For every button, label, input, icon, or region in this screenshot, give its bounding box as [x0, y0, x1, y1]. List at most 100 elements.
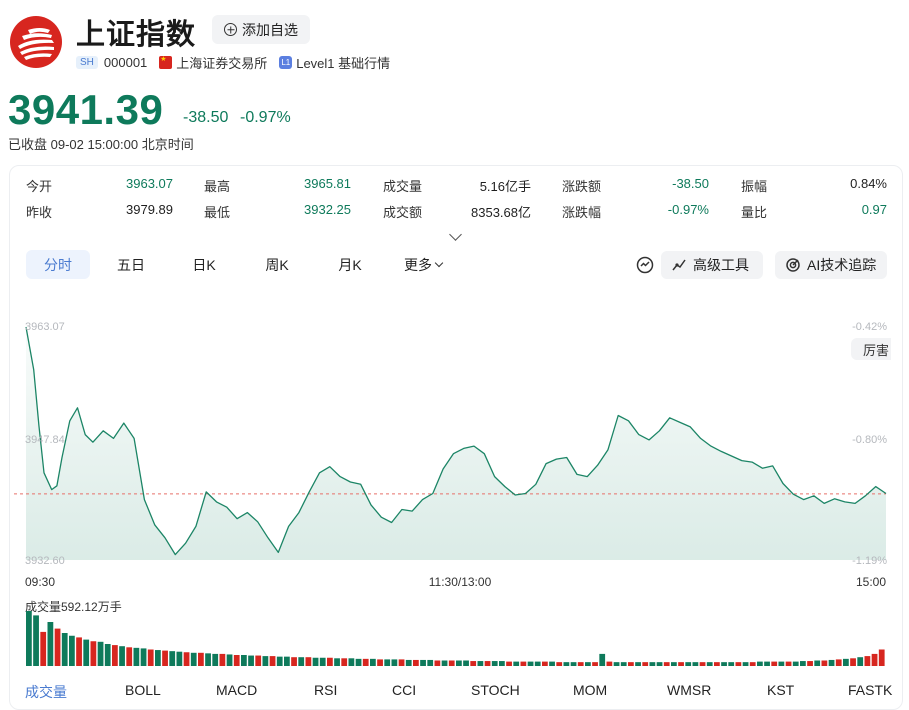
volume-bar: [90, 641, 97, 666]
volume-bar: [33, 615, 39, 666]
volume-bar: [843, 658, 849, 666]
volume-bar: [427, 659, 434, 666]
volume-bar: [212, 653, 219, 666]
indicator-boll[interactable]: BOLL: [125, 682, 161, 698]
indicator-wmsr[interactable]: WMSR: [667, 682, 711, 698]
volume-bar: [441, 660, 448, 666]
volume-bar: [54, 628, 61, 666]
volume-bar: [83, 639, 90, 666]
volume-bar: [542, 661, 548, 666]
volume-bar: [140, 648, 147, 666]
volume-bar: [706, 662, 713, 666]
volume-bar: [520, 661, 527, 666]
side-tag-label: 厉害: [863, 342, 890, 358]
indicator-fastk[interactable]: FASTK: [848, 682, 892, 698]
volume-bar: [40, 631, 47, 666]
volume-bar: [47, 622, 54, 666]
indicator-cci[interactable]: CCI: [392, 682, 416, 698]
indicator-mom[interactable]: MOM: [573, 682, 607, 698]
volume-bar: [556, 662, 563, 666]
volume-bar: [685, 662, 692, 666]
volume-bar: [104, 644, 111, 666]
volume-bar: [871, 653, 878, 666]
volume-bar: [355, 658, 362, 666]
volume-bar: [620, 662, 627, 666]
volume-bar: [807, 661, 813, 666]
volume-bar: [276, 656, 283, 666]
volume-bar: [312, 657, 319, 666]
volume-bar: [534, 661, 541, 666]
y-tick-left: 3932.60: [25, 555, 65, 567]
indicator-volume[interactable]: 成交量: [25, 682, 67, 702]
volume-bar: [226, 654, 233, 666]
volume-bar: [147, 649, 154, 666]
volume-bar: [370, 658, 376, 666]
volume-bar: [864, 656, 871, 666]
volume-bar: [771, 661, 778, 666]
volume-bar: [635, 662, 641, 666]
volume-bar: [585, 662, 591, 666]
x-tick-label: 09:30: [25, 575, 55, 589]
side-tag[interactable]: 厉害: [851, 338, 891, 360]
y-tick-left: 3963.07: [25, 321, 65, 333]
volume-bar: [549, 661, 555, 666]
volume-bar: [190, 652, 197, 666]
volume-bar: [384, 659, 391, 666]
y-tick-left: 3947.84: [25, 434, 65, 446]
volume-bar: [269, 656, 276, 666]
volume-bar: [162, 650, 168, 666]
volume-bar: [398, 659, 405, 666]
volume-bar: [69, 635, 75, 666]
volume-bar: [570, 662, 577, 666]
volume-bar: [800, 661, 806, 666]
volume-bar: [656, 662, 663, 666]
y-tick-right: -0.42%: [852, 321, 887, 333]
volume-bar: [477, 661, 484, 666]
volume-bar: [742, 662, 749, 666]
indicator-stoch[interactable]: STOCH: [471, 682, 520, 698]
volume-bar: [112, 645, 118, 666]
volume-bar: [133, 647, 140, 666]
intraday-chart[interactable]: 3963.07 3947.84 3932.60 -0.42% -0.80% -1.19% 0…: [0, 0, 909, 680]
volume-bar: [692, 662, 699, 666]
volume-bar: [126, 647, 133, 666]
volume-bar: [792, 661, 799, 666]
indicator-rsi[interactable]: RSI: [314, 682, 337, 698]
volume-bar: [484, 661, 491, 666]
volume-bar: [362, 658, 369, 666]
volume-bar: [606, 661, 613, 666]
volume-bar: [327, 657, 333, 666]
volume-bar: [663, 662, 670, 666]
volume-bar: [205, 653, 211, 666]
indicator-tabs: 成交量 BOLL MACD RSI CCI STOCH MOM WMSR KST…: [0, 682, 909, 702]
volume-bar: [391, 659, 398, 666]
volume-bar: [491, 661, 498, 666]
x-tick-label: 15:00: [856, 575, 886, 589]
volume-bar: [255, 655, 262, 666]
volume-bar: [814, 660, 821, 666]
indicator-macd[interactable]: MACD: [216, 682, 257, 698]
x-tick-label: 11:30/13:00: [429, 575, 492, 589]
volume-bar: [821, 660, 828, 666]
volume-bar: [456, 660, 462, 666]
volume-bar: [628, 662, 634, 666]
y-tick-right: -1.19%: [852, 555, 887, 567]
volume-bar: [785, 661, 792, 666]
volume-bar: [527, 661, 534, 666]
volume-bar: [262, 656, 269, 666]
volume-bar: [592, 662, 598, 666]
indicator-kst[interactable]: KST: [767, 682, 794, 698]
volume-bar: [248, 655, 254, 666]
volume-bar: [319, 657, 326, 666]
volume-bar: [563, 662, 570, 666]
volume-bar: [405, 659, 412, 666]
volume-bar: [219, 653, 226, 666]
volume-bar: [857, 657, 864, 666]
volume-bar: [835, 659, 842, 666]
volume-bar: [341, 658, 348, 666]
volume-bar: [850, 658, 856, 666]
volume-bar: [470, 661, 477, 666]
volume-bar: [61, 633, 68, 666]
volume-bar: [176, 651, 183, 666]
volume-bar: [642, 662, 649, 666]
